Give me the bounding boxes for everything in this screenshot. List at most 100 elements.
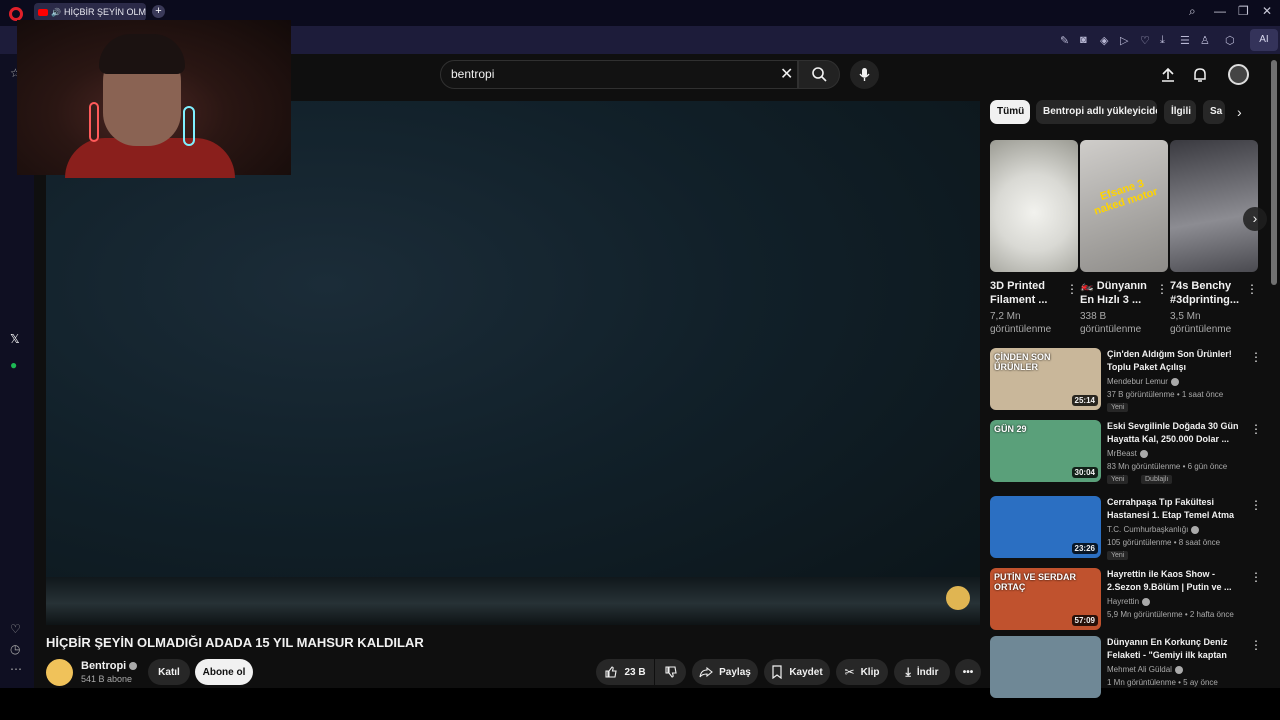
account-avatar[interactable] — [1228, 64, 1249, 85]
download-icon[interactable]: ⤓ — [1160, 34, 1165, 47]
chip-all[interactable]: Tümü — [990, 100, 1030, 124]
menu-icon[interactable]: ☰ — [1180, 34, 1190, 47]
channel-name[interactable]: Hayrettin — [1107, 597, 1151, 606]
channel-watermark-icon[interactable] — [946, 586, 970, 610]
shield-icon[interactable]: ◈ — [1100, 34, 1108, 47]
more-icon[interactable]: ⋯ — [10, 662, 22, 676]
video-title[interactable]: Dünyanın En Korkunç Deniz Felaketi - "Ge… — [1107, 636, 1243, 662]
chevron-right-icon[interactable]: › — [1237, 104, 1242, 120]
maximize-icon[interactable]: ❐ — [1238, 4, 1249, 18]
history-icon[interactable]: ◷ — [10, 642, 20, 656]
thumbs-up-icon — [605, 666, 618, 678]
subscribe-button[interactable]: Abone ol — [195, 659, 253, 685]
video-title: HİÇBİR ŞEYİN OLMADIĞI ADADA 15 YIL MAHSU… — [46, 635, 424, 650]
kebab-menu-icon[interactable]: ⋮ — [1156, 282, 1168, 296]
play-icon[interactable]: ▷ — [1120, 34, 1128, 47]
heart-icon[interactable]: ♡ — [1140, 34, 1150, 47]
chip-from-uploader[interactable]: Bentropi adlı yükleyiciden — [1036, 100, 1157, 124]
short-views: 338 B görüntülenme — [1080, 311, 1142, 335]
dislike-button[interactable] — [655, 659, 686, 685]
short-title[interactable]: 74s Benchy #3dprinting... — [1170, 279, 1244, 307]
short-title[interactable]: 🏍️ Dünyanın En Hızlı 3 ... — [1080, 279, 1154, 307]
clip-label: Klip — [860, 666, 880, 678]
notifications-bell-icon[interactable] — [1191, 66, 1209, 84]
like-button[interactable]: 23 B — [596, 659, 654, 685]
search-button[interactable] — [798, 60, 840, 89]
recommended-video[interactable]: ÇİNDEN SON ÜRÜNLER 25:14 Çin'den Aldığım S… — [990, 348, 1262, 414]
search-tabs-icon[interactable]: ⌕ — [1189, 4, 1196, 19]
ai-button[interactable]: AI — [1250, 29, 1278, 51]
share-button[interactable]: Paylaş — [692, 659, 758, 685]
verified-badge-icon — [1170, 377, 1179, 386]
channel-name[interactable]: T.C. Cumhurbaşkanlığı — [1107, 525, 1200, 534]
video-title[interactable]: Çin'den Aldığım Son Ürünler! Toplu Paket… — [1107, 348, 1243, 374]
speaker-icon[interactable]: 🔊 — [51, 8, 61, 17]
camera-icon[interactable]: ◙ — [1080, 34, 1087, 46]
short-thumbnail[interactable] — [1170, 140, 1258, 272]
recommended-video[interactable]: GÜN 29 30:04 Eski Sevgilinle Doğada 30 Gün… — [990, 420, 1262, 486]
short-item[interactable]: 3D Printed Filament ... 7,2 Mn görüntüle… — [990, 140, 1078, 336]
short-views: 7,2 Mn görüntülenme — [990, 311, 1052, 335]
upload-icon[interactable] — [1159, 66, 1177, 84]
heart-sidebar-icon[interactable]: ♡ — [10, 622, 21, 636]
extensions-icon[interactable]: ⬡ — [1225, 34, 1235, 47]
channel-name[interactable]: Mehmet Ali Güldal — [1107, 665, 1183, 674]
channel-name[interactable]: Mendebur Lemur — [1107, 377, 1179, 386]
shorts-next-button[interactable]: › — [1243, 207, 1267, 231]
kebab-menu-icon[interactable]: ⋮ — [1250, 638, 1262, 652]
voice-search-button[interactable] — [850, 60, 879, 89]
download-button[interactable]: ⤓ İndir — [894, 659, 950, 685]
kebab-menu-icon[interactable]: ⋮ — [1066, 282, 1078, 296]
spotify-icon[interactable]: ● — [10, 358, 17, 372]
scissors-icon: ✂ — [844, 665, 855, 679]
kebab-menu-icon[interactable]: ⋮ — [1246, 282, 1258, 296]
x-twitter-icon[interactable]: 𝕏 — [10, 332, 20, 346]
short-views: 3,5 Mn görüntülenme — [1170, 311, 1232, 335]
chip-partial[interactable]: Sa — [1203, 100, 1225, 124]
channel-avatar[interactable] — [46, 659, 73, 686]
video-duration: 25:14 — [1071, 395, 1098, 406]
scrollbar[interactable] — [1271, 60, 1277, 285]
verified-badge-icon — [1174, 665, 1183, 674]
join-button[interactable]: Katıl — [148, 659, 190, 685]
video-thumbnail[interactable] — [990, 636, 1101, 698]
kebab-menu-icon[interactable]: ⋮ — [1250, 570, 1262, 584]
headphone-left-icon — [89, 102, 99, 142]
kebab-menu-icon[interactable]: ⋮ — [1250, 422, 1262, 436]
video-duration: 57:09 — [1071, 615, 1098, 626]
profile-icon[interactable]: ♙ — [1200, 34, 1210, 47]
short-item[interactable]: Efsane 3 naked motor 🏍️ Dünyanın En Hızl… — [1080, 140, 1168, 336]
chip-related[interactable]: İlgili — [1164, 100, 1196, 124]
opera-logo-icon[interactable] — [9, 7, 23, 21]
video-player[interactable] — [46, 101, 980, 625]
recommended-video[interactable]: 23:26 Cerrahpaşa Tıp Fakültesi Hastanesi … — [990, 496, 1262, 562]
minimize-icon[interactable]: — — [1214, 4, 1226, 18]
share-label: Paylaş — [719, 666, 751, 678]
clear-search-icon[interactable]: ✕ — [780, 64, 793, 84]
video-title[interactable]: Hayrettin ile Kaos Show - 2.Sezon 9.Bölü… — [1107, 568, 1243, 594]
video-title[interactable]: Eski Sevgilinle Doğada 30 Gün Hayatta Ka… — [1107, 420, 1243, 446]
browser-tab[interactable]: 🔊 HİÇBİR ŞEYİN OLMADI — [34, 3, 146, 21]
headphone-right-icon — [183, 106, 195, 146]
snapshot-icon[interactable]: ✎ — [1060, 34, 1069, 47]
kebab-menu-icon[interactable]: ⋮ — [1250, 498, 1262, 512]
new-tab-button[interactable]: + — [152, 5, 165, 18]
clip-button[interactable]: ✂ Klip — [836, 659, 888, 685]
channel-name[interactable]: MrBeast — [1107, 449, 1148, 458]
short-title[interactable]: 3D Printed Filament ... — [990, 279, 1064, 307]
more-actions-button[interactable]: ••• — [955, 659, 981, 685]
short-thumbnail[interactable]: Efsane 3 naked motor — [1080, 140, 1168, 272]
recommended-video[interactable]: PUTİN VE SERDAR ORTAÇ 57:09 Hayrettin ile … — [990, 568, 1262, 634]
short-thumbnail[interactable] — [990, 140, 1078, 272]
close-window-icon[interactable]: ✕ — [1262, 4, 1272, 18]
short-item[interactable]: 74s Benchy #3dprinting... 3,5 Mn görüntü… — [1170, 140, 1258, 336]
recommended-video[interactable]: Dünyanın En Korkunç Deniz Felaketi - "Ge… — [990, 636, 1262, 702]
youtube-favicon-icon — [38, 8, 48, 16]
channel-name-text: Bentropi — [81, 660, 127, 672]
search-query[interactable]: bentropi — [451, 67, 494, 81]
verified-badge-icon — [1139, 449, 1148, 458]
channel-name[interactable]: Bentropi — [81, 660, 138, 672]
video-title[interactable]: Cerrahpaşa Tıp Fakültesi Hastanesi 1. Et… — [1107, 496, 1243, 522]
save-button[interactable]: Kaydet — [764, 659, 830, 685]
kebab-menu-icon[interactable]: ⋮ — [1250, 350, 1262, 364]
